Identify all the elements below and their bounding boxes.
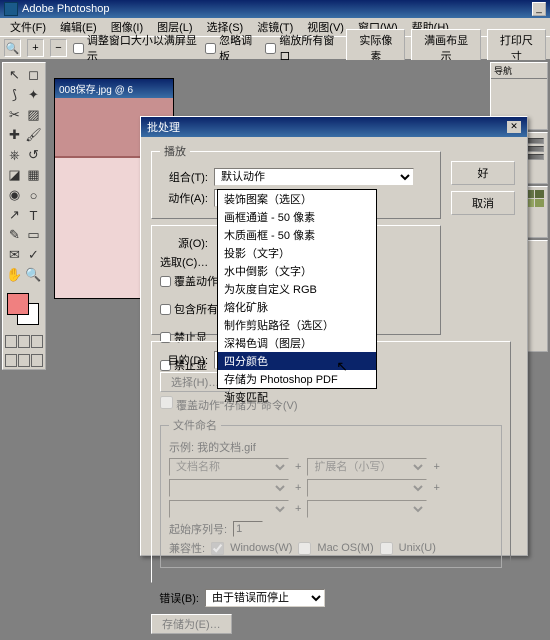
eyedropper-tool[interactable]: ✓ bbox=[24, 245, 43, 265]
zoom-tool-icon[interactable]: 🔍 bbox=[4, 39, 21, 57]
name6-select bbox=[307, 500, 427, 518]
path-tool[interactable]: ↗ bbox=[5, 205, 24, 225]
action-label: 动作(A): bbox=[160, 190, 208, 206]
dropdown-item[interactable]: 制作剪贴路径（选区） bbox=[218, 316, 376, 334]
cancel-button[interactable]: 取消 bbox=[451, 191, 515, 215]
eraser-tool[interactable]: ◪ bbox=[5, 165, 24, 185]
naming-fieldset: 文件命名 示例: 我的文档.gif 文档名称 + 扩展名（小写） + + + bbox=[160, 417, 502, 568]
app-icon bbox=[4, 2, 18, 16]
naming-legend: 文件命名 bbox=[169, 417, 221, 433]
batch-dialog: 批处理 ✕ 好 取消 播放 组合(T): 默认动作 动作(A): 深褐色调（图层… bbox=[140, 116, 528, 556]
document-title[interactable]: 008保存.jpg @ 6 bbox=[55, 79, 173, 98]
ok-button[interactable]: 好 bbox=[451, 161, 515, 185]
minimize-button[interactable]: _ bbox=[532, 2, 546, 16]
set-select[interactable]: 默认动作 bbox=[214, 168, 414, 186]
pen-tool[interactable]: ✎ bbox=[5, 225, 24, 245]
override-save-check bbox=[160, 396, 173, 409]
dialog-titlebar[interactable]: 批处理 ✕ bbox=[141, 117, 527, 137]
dodge-tool[interactable]: ○ bbox=[24, 185, 43, 205]
app-title: Adobe Photoshop bbox=[22, 3, 109, 15]
dropdown-item[interactable]: 渐变匹配 bbox=[218, 388, 376, 406]
stamp-tool[interactable]: ⎈ bbox=[5, 145, 24, 165]
toolbox: ↖◻ ⟆✦ ✂▨ ✚🖌 ⎈↺ ◪▦ ◉○ ↗T ✎▭ ✉✓ ✋🔍 bbox=[2, 62, 46, 370]
hand-tool[interactable]: ✋ bbox=[5, 265, 24, 285]
name4-select bbox=[307, 479, 427, 497]
blur-tool[interactable]: ◉ bbox=[5, 185, 24, 205]
name1-select: 文档名称 bbox=[169, 458, 289, 476]
dest-label: 目的(D): bbox=[160, 352, 208, 368]
dropdown-item[interactable]: 水中倒影（文字） bbox=[218, 262, 376, 280]
select-label: 选取(C)… bbox=[160, 254, 208, 270]
notes-tool[interactable]: ✉ bbox=[5, 245, 24, 265]
dropdown-item[interactable]: 为灰度自定义 RGB bbox=[218, 280, 376, 298]
heal-tool[interactable]: ✚ bbox=[5, 125, 24, 145]
cursor-icon: ↖ bbox=[336, 358, 348, 375]
dropdown-item-selected[interactable]: 四分颜色 bbox=[218, 352, 376, 370]
lasso-tool[interactable]: ⟆ bbox=[5, 85, 24, 105]
compat-mac-check bbox=[298, 542, 311, 555]
screen-mode-icons bbox=[5, 354, 43, 367]
mode-icons bbox=[5, 335, 43, 348]
dropdown-item[interactable]: 深褐色调（图层） bbox=[218, 334, 376, 352]
dialog-close-button[interactable]: ✕ bbox=[507, 121, 521, 133]
navigator-tab[interactable]: 导航 bbox=[491, 63, 547, 79]
compat-label: 兼容性: bbox=[169, 540, 205, 556]
workspace: ↖◻ ⟆✦ ✂▨ ✚🖌 ⎈↺ ◪▦ ◉○ ↗T ✎▭ ✉✓ ✋🔍 008保存.j… bbox=[0, 60, 550, 505]
dropdown-item[interactable]: 投影（文字） bbox=[218, 244, 376, 262]
type-tool[interactable]: T bbox=[24, 205, 43, 225]
dropdown-item[interactable]: 画框通道 - 50 像素 bbox=[218, 208, 376, 226]
zoom-tool[interactable]: 🔍 bbox=[24, 265, 43, 285]
set-label: 组合(T): bbox=[160, 169, 208, 185]
errors-select[interactable]: 由于错误而停止 bbox=[205, 589, 325, 607]
errors-label: 错误(B): bbox=[151, 590, 199, 606]
wand-tool[interactable]: ✦ bbox=[24, 85, 43, 105]
dropdown-item[interactable]: 装饰图案（选区） bbox=[218, 190, 376, 208]
compat-unix-check bbox=[380, 542, 393, 555]
dialog-title-text: 批处理 bbox=[147, 119, 180, 135]
dropdown-item[interactable]: 木质画框 - 50 像素 bbox=[218, 226, 376, 244]
dropdown-item[interactable]: 熔化矿脉 bbox=[218, 298, 376, 316]
play-legend: 播放 bbox=[160, 143, 190, 159]
menu-file[interactable]: 文件(F) bbox=[4, 18, 52, 36]
history-brush-tool[interactable]: ↺ bbox=[24, 145, 43, 165]
zoom-out-icon[interactable]: − bbox=[50, 39, 67, 57]
source-label: 源(O): bbox=[160, 235, 208, 251]
marquee-tool[interactable]: ◻ bbox=[24, 65, 43, 85]
move-tool[interactable]: ↖ bbox=[5, 65, 24, 85]
action-dropdown-list: 装饰图案（选区） 画框通道 - 50 像素 木质画框 - 50 像素 投影（文字… bbox=[217, 189, 377, 389]
name2-select: 扩展名（小写） bbox=[307, 458, 427, 476]
compat-win-check bbox=[211, 542, 224, 555]
foreground-swatch[interactable] bbox=[7, 293, 29, 315]
dropdown-item[interactable]: 存储为 Photoshop PDF bbox=[218, 370, 376, 388]
naming-example: 示例: 我的文档.gif bbox=[169, 439, 493, 455]
crop-tool[interactable]: ✂ bbox=[5, 105, 24, 125]
name3-select bbox=[169, 479, 289, 497]
app-titlebar: Adobe Photoshop _ bbox=[0, 0, 550, 18]
start-serial-label: 起始序列号: bbox=[169, 521, 227, 537]
play-fieldset: 播放 组合(T): 默认动作 动作(A): 深褐色调（图层） 装饰图案（选区） … bbox=[151, 143, 441, 219]
gradient-tool[interactable]: ▦ bbox=[24, 165, 43, 185]
start-serial-input bbox=[233, 521, 263, 537]
shape-tool[interactable]: ▭ bbox=[24, 225, 43, 245]
save-as-button: 存储为(E)… bbox=[151, 614, 232, 634]
options-bar: 🔍 + − 调整窗口大小以满屏显示 忽略调板 缩放所有窗口 实际像素 满画布显示… bbox=[0, 36, 550, 60]
zoom-in-icon[interactable]: + bbox=[27, 39, 44, 57]
name5-select bbox=[169, 500, 289, 518]
slice-tool[interactable]: ▨ bbox=[24, 105, 43, 125]
brush-tool[interactable]: 🖌 bbox=[24, 125, 43, 145]
